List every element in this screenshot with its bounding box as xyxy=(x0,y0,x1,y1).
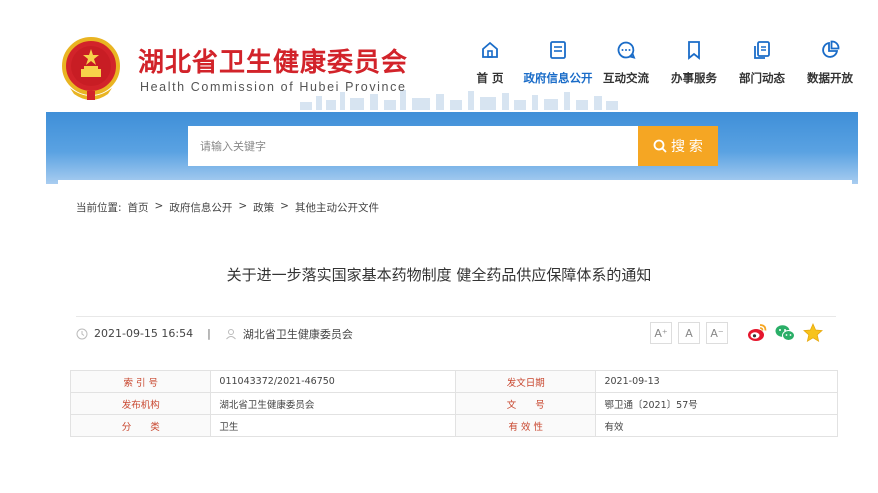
document-list-icon xyxy=(550,41,566,59)
nav-item-open-data[interactable]: 数据开放 xyxy=(796,40,864,100)
breadcrumb-separator: > xyxy=(238,200,248,212)
nav-item-government-info[interactable]: 政府信息公开 xyxy=(523,40,593,100)
info-label: 索 引 号 xyxy=(69,370,212,393)
breadcrumb-item-policy[interactable]: 政策 xyxy=(253,200,274,215)
national-emblem-logo[interactable] xyxy=(60,36,122,102)
info-label: 文 号 xyxy=(455,392,597,415)
pie-chart-icon xyxy=(822,40,840,58)
search-input[interactable] xyxy=(188,126,640,166)
info-label: 发布机构 xyxy=(69,392,212,415)
info-value: 2021-09-13 xyxy=(595,370,838,393)
document-info-table: 索 引 号 011043372/2021-46750 发文日期 2021-09-… xyxy=(69,370,838,437)
article-tools: A⁺ A A⁻ xyxy=(650,322,824,344)
breadcrumb: 当前位置: 首页 > 政府信息公开 > 政策 > 其他主动公开文件 xyxy=(76,200,379,215)
nav-label: 部门动态 xyxy=(739,71,785,85)
chat-bubble-icon xyxy=(617,41,636,59)
info-label: 分 类 xyxy=(69,414,212,437)
info-value: 鄂卫通〔2021〕57号 xyxy=(595,392,838,415)
bookmark-icon xyxy=(688,41,700,60)
file-copy-icon xyxy=(754,41,770,59)
wechat-share-icon[interactable] xyxy=(774,322,796,344)
main-nav: 首 页 政府信息公开 互动交流 办事服务 部门动态 数据开放 xyxy=(456,40,864,100)
breadcrumb-prefix: 当前位置: xyxy=(76,202,122,214)
table-row: 发布机构 湖北省卫生健康委员会 文 号 鄂卫通〔2021〕57号 xyxy=(69,392,838,415)
breadcrumb-item-other-files[interactable]: 其他主动公开文件 xyxy=(295,200,379,215)
info-value: 011043372/2021-46750 xyxy=(210,370,457,393)
nav-label: 互动交流 xyxy=(603,71,649,85)
meta-divider: | xyxy=(207,327,211,340)
info-value: 湖北省卫生健康委员会 xyxy=(210,392,457,415)
breadcrumb-separator: > xyxy=(154,200,164,212)
publish-source: 湖北省卫生健康委员会 xyxy=(242,327,353,341)
article-title: 关于进一步落实国家基本药物制度 健全药品供应保障体系的通知 xyxy=(226,266,652,284)
font-normal-button[interactable]: A xyxy=(678,322,700,344)
info-label: 有 效 性 xyxy=(455,414,597,437)
meta-left: 2021-09-15 16:54 | 湖北省卫生健康委员会 xyxy=(76,326,353,342)
publish-datetime: 2021-09-15 16:54 xyxy=(94,327,194,340)
font-decrease-button[interactable]: A⁻ xyxy=(706,322,728,344)
clock-icon xyxy=(76,328,88,339)
site-subtitle: Health Commission of Hubei Province xyxy=(140,80,407,94)
nav-item-department-news[interactable]: 部门动态 xyxy=(728,40,796,100)
nav-label: 首 页 xyxy=(476,71,504,85)
site-title: 湖北省卫生健康委员会 xyxy=(138,48,409,78)
favorite-star-icon[interactable] xyxy=(802,322,824,344)
nav-item-services[interactable]: 办事服务 xyxy=(660,40,728,100)
nav-label: 数据开放 xyxy=(807,71,853,85)
person-icon xyxy=(225,328,236,339)
table-row: 分 类 卫生 有 效 性 有效 xyxy=(69,414,838,437)
font-increase-button[interactable]: A⁺ xyxy=(650,322,672,344)
home-icon xyxy=(482,41,498,58)
search-button[interactable]: 搜 索 xyxy=(638,126,718,166)
nav-label: 政府信息公开 xyxy=(523,71,593,85)
weibo-share-icon[interactable] xyxy=(746,322,768,344)
search-button-label: 搜 索 xyxy=(671,138,703,154)
nav-item-interaction[interactable]: 互动交流 xyxy=(592,40,660,100)
search-icon xyxy=(653,139,667,153)
table-row: 索 引 号 011043372/2021-46750 发文日期 2021-09-… xyxy=(69,370,838,393)
info-value: 有效 xyxy=(595,414,838,437)
article-meta: 2021-09-15 16:54 | 湖北省卫生健康委员会 A⁺ A A⁻ xyxy=(76,316,836,350)
nav-label: 办事服务 xyxy=(671,71,717,85)
site-header: 湖北省卫生健康委员会 Health Commission of Hubei Pr… xyxy=(0,0,878,112)
breadcrumb-separator: > xyxy=(280,200,289,212)
info-value: 卫生 xyxy=(210,414,457,437)
nav-item-home[interactable]: 首 页 xyxy=(456,40,524,100)
info-label: 发文日期 xyxy=(455,370,597,393)
breadcrumb-item-government-info[interactable]: 政府信息公开 xyxy=(169,200,232,215)
breadcrumb-item-home[interactable]: 首页 xyxy=(128,200,149,215)
